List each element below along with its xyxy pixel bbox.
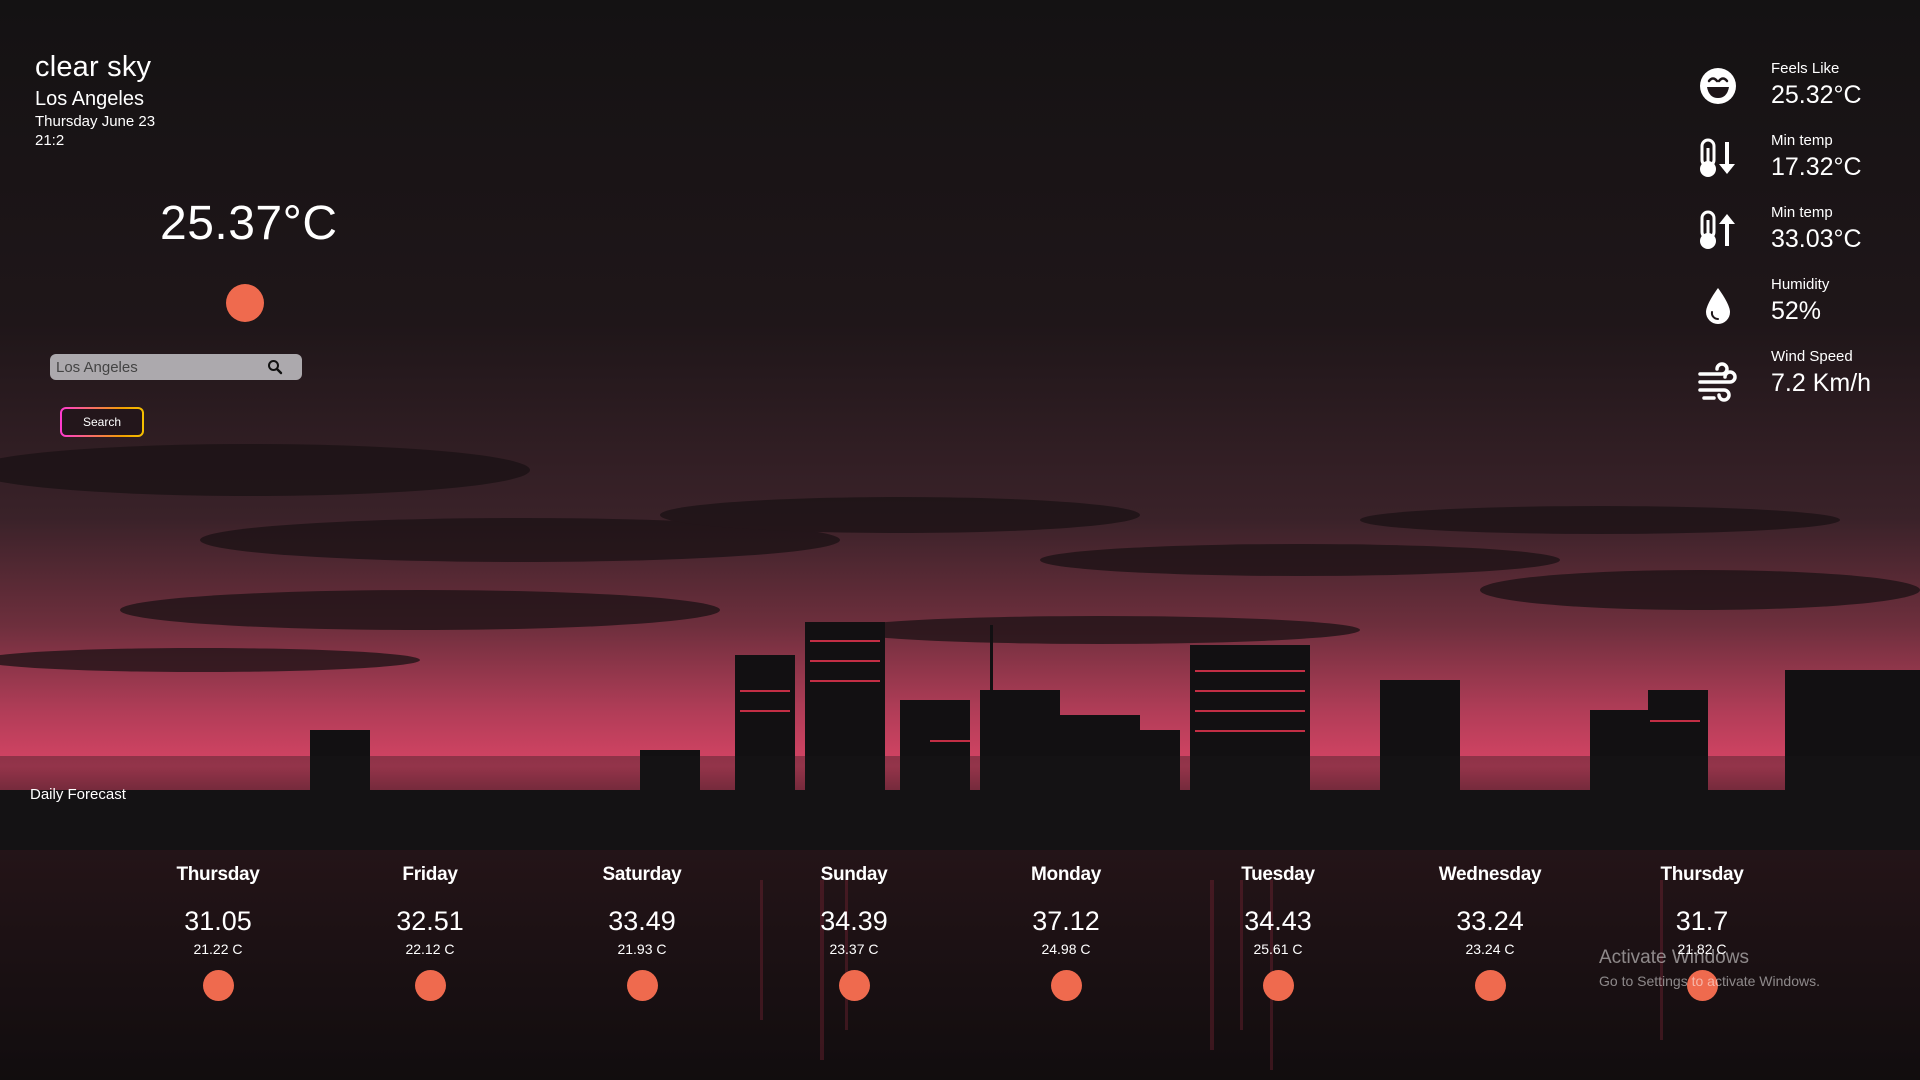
sun-icon (1051, 970, 1082, 1001)
day-min-temp: 24.98 C (1041, 941, 1091, 957)
search-input[interactable] (54, 357, 264, 377)
day-min-temp: 22.12 C (405, 941, 455, 957)
stat-value: 52% (1771, 297, 1822, 325)
day-max-temp: 37.12 (1032, 906, 1100, 936)
day-min-temp: 21.93 C (617, 941, 667, 957)
stat-label: Feels Like (1771, 60, 1840, 77)
day-name: Tuesday (1241, 864, 1315, 885)
day-min-temp: 25.61 C (1253, 941, 1303, 957)
day-name: Thursday (1660, 864, 1744, 885)
sun-icon (226, 284, 264, 322)
day-name: Sunday (820, 864, 888, 885)
day-max-temp: 34.43 (1244, 906, 1312, 936)
day-name: Thursday (176, 864, 260, 885)
watermark-subtitle: Go to Settings to activate Windows. (1599, 973, 1820, 989)
stat-value: 7.2 Km/h (1771, 369, 1872, 397)
day-max-temp: 32.51 (396, 906, 464, 936)
water-drop-icon (1706, 288, 1730, 324)
day-min-temp: 23.24 C (1465, 941, 1515, 957)
search-button[interactable]: Search (60, 407, 144, 437)
current-date: Thursday June 23 (35, 113, 156, 130)
forecast-day: Thursday 31.05 21.22 C (112, 756, 324, 1080)
current-time: 21:2 (35, 132, 65, 149)
forecast-day: Monday 37.12 24.98 C (960, 756, 1172, 1080)
day-max-temp: 34.39 (820, 906, 888, 936)
daily-forecast-panel: Daily Forecast Thursday 31.05 21.22 C Fr… (0, 756, 1920, 1080)
weather-condition: clear sky (35, 51, 152, 83)
forecast-day: Wednesday 33.24 23.24 C (1384, 756, 1596, 1080)
day-max-temp: 33.24 (1456, 906, 1524, 936)
sun-icon (839, 970, 870, 1001)
forecast-day: Saturday 33.49 21.93 C (536, 756, 748, 1080)
wind-icon (1698, 362, 1737, 402)
forecast-day: Thursday 31.7 21.82 C (1596, 756, 1808, 1080)
day-min-temp: 23.37 C (829, 941, 879, 957)
thermometer-down-icon (1700, 138, 1735, 177)
current-temperature: 25.37°C (160, 197, 338, 250)
forecast-day: Friday 32.51 22.12 C (324, 756, 536, 1080)
watermark-title: Activate Windows (1599, 947, 1749, 968)
stat-value: 25.32°C (1771, 81, 1862, 109)
sun-icon (203, 970, 234, 1001)
current-conditions: clear sky Los Angeles Thursday June 23 2… (35, 50, 155, 150)
stat-label: Min temp (1771, 204, 1833, 221)
day-max-temp: 31.05 (184, 906, 252, 936)
search-box (50, 354, 302, 380)
stat-value: 33.03°C (1771, 225, 1862, 253)
stat-label: Min temp (1771, 132, 1833, 149)
day-min-temp: 21.22 C (193, 941, 243, 957)
search-icon[interactable] (267, 359, 283, 375)
sun-icon (1263, 970, 1294, 1001)
day-name: Friday (402, 864, 458, 885)
stat-label: Humidity (1771, 276, 1830, 293)
sun-icon (627, 970, 658, 1001)
city-name: Los Angeles (35, 88, 144, 110)
forecast-day: Tuesday 34.43 25.61 C (1172, 756, 1384, 1080)
stat-label: Wind Speed (1771, 348, 1853, 365)
day-name: Saturday (602, 864, 682, 885)
day-name: Wednesday (1438, 864, 1542, 885)
activate-windows-watermark: Activate Windows Go to Settings to activ… (1599, 947, 1820, 989)
day-max-temp: 33.49 (608, 906, 676, 936)
thermometer-up-icon (1700, 210, 1735, 249)
forecast-day: Sunday 34.39 23.37 C (748, 756, 960, 1080)
sun-icon (1475, 970, 1506, 1001)
sun-icon (415, 970, 446, 1001)
smiling-face-icon (1700, 68, 1736, 104)
day-max-temp: 31.7 (1675, 906, 1729, 936)
day-name: Monday (1031, 864, 1101, 885)
stat-value: 17.32°C (1771, 153, 1862, 181)
